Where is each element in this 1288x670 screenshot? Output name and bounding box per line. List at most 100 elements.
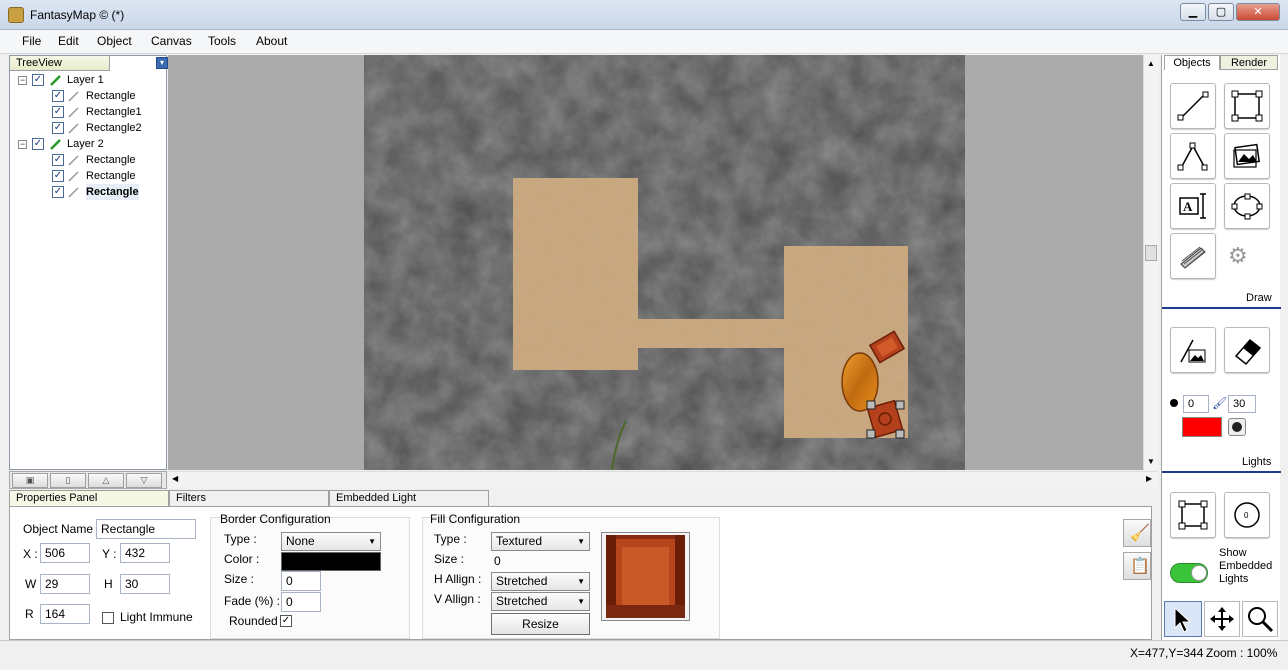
tab-objects[interactable]: Objects <box>1164 55 1220 70</box>
map-canvas[interactable] <box>364 55 965 470</box>
item-checkbox[interactable]: ✓ <box>52 90 64 102</box>
border-size-input[interactable]: 0 <box>281 571 321 591</box>
tree-item[interactable]: ✓ Rectangle <box>10 88 160 104</box>
light-circle-button[interactable]: 0 <box>1224 492 1270 538</box>
menu-tools[interactable]: Tools <box>204 34 240 48</box>
tab-embedded-light[interactable]: Embedded Light <box>329 490 489 506</box>
zoom-tool-button[interactable] <box>1242 601 1278 637</box>
paste-button[interactable]: 📋 <box>1123 552 1151 580</box>
light-brush-button[interactable] <box>1170 327 1216 373</box>
close-button[interactable]: ✕ <box>1236 3 1280 21</box>
rectangle-tool-button[interactable] <box>1224 83 1270 129</box>
menu-about[interactable]: About <box>252 34 291 48</box>
properties-panel: Object Name Rectangle X : 506 Y : 432 W … <box>9 506 1152 640</box>
tab-render[interactable]: Render <box>1220 55 1278 70</box>
rounded-checkbox[interactable]: ✓ <box>280 615 292 627</box>
menu-canvas[interactable]: Canvas <box>147 34 196 48</box>
tree-item[interactable]: ✓ Rectangle2 <box>10 120 160 136</box>
select-tool-button[interactable] <box>1164 601 1202 637</box>
item-checkbox[interactable]: ✓ <box>52 170 64 182</box>
eraser-button[interactable] <box>1224 327 1270 373</box>
chair-texture-image <box>602 533 689 620</box>
image-tool-button[interactable] <box>1224 133 1270 179</box>
y-input[interactable]: 432 <box>120 543 170 563</box>
border-config-title: Border Configuration <box>220 512 331 526</box>
ellipse-tool-button[interactable] <box>1224 183 1270 229</box>
map-drawing[interactable] <box>364 55 965 470</box>
border-color-swatch[interactable] <box>281 552 381 571</box>
tree-item[interactable]: ✓ Rectangle <box>10 168 160 184</box>
fill-size-value[interactable]: 0 <box>494 554 501 568</box>
fill-type-select[interactable]: Textured <box>491 532 590 551</box>
brush-size-input[interactable]: 0 <box>1183 395 1209 413</box>
tree-item-selected[interactable]: ✓ Rectangle <box>10 184 160 200</box>
menu-object[interactable]: Object <box>93 34 136 48</box>
tab-properties-panel[interactable]: Properties Panel <box>9 490 169 506</box>
item-checkbox[interactable]: ✓ <box>52 186 64 198</box>
light-immune-checkbox[interactable] <box>102 612 114 624</box>
light-shape-button[interactable] <box>1228 418 1246 436</box>
pan-tool-button[interactable] <box>1204 601 1240 637</box>
horizontal-scrollbar[interactable]: ◀ ▶ <box>168 471 1158 488</box>
brush-picture-icon <box>1180 339 1206 363</box>
delete-layer-button[interactable]: ▯ <box>50 473 86 488</box>
h-input[interactable]: 30 <box>120 574 170 594</box>
scroll-up-icon[interactable]: ▲ <box>1147 59 1155 68</box>
circle-icon: 0 <box>1234 502 1260 528</box>
bottom-tabs: Properties Panel Filters Embedded Light <box>9 490 1152 506</box>
r-input[interactable]: 164 <box>40 604 90 624</box>
tree-item[interactable]: ✓ Rectangle <box>10 152 160 168</box>
object-name-input[interactable]: Rectangle <box>96 519 196 539</box>
light-color-swatch[interactable] <box>1182 417 1222 437</box>
texture-preview[interactable] <box>601 532 690 621</box>
item-checkbox[interactable]: ✓ <box>52 154 64 166</box>
item-checkbox[interactable]: ✓ <box>52 106 64 118</box>
move-up-button[interactable]: △ <box>88 473 124 488</box>
h-align-select[interactable]: Stretched <box>491 572 590 591</box>
scroll-down-icon[interactable]: ▼ <box>1147 457 1155 466</box>
rectangle-icon <box>1231 90 1263 122</box>
polygon-tool-button[interactable] <box>1170 133 1216 179</box>
brush-width-input[interactable]: 30 <box>1228 395 1256 413</box>
w-input[interactable]: 29 <box>40 574 90 594</box>
tree-layer-2[interactable]: − ✓ Layer 2 <box>10 136 160 152</box>
line-tool-button[interactable] <box>1170 83 1216 129</box>
panel-menu-icon[interactable]: ▾ <box>156 57 168 69</box>
collapse-icon[interactable]: − <box>18 76 27 85</box>
collapse-icon[interactable]: − <box>18 140 27 149</box>
item-checkbox[interactable]: ✓ <box>52 122 64 134</box>
resize-button[interactable]: Resize <box>491 613 590 635</box>
move-down-button[interactable]: ▽ <box>126 473 162 488</box>
maximize-button[interactable]: ▢ <box>1208 3 1234 21</box>
light-rect-button[interactable] <box>1170 492 1216 538</box>
fill-config-title: Fill Configuration <box>430 512 521 526</box>
pencil-icon <box>68 155 79 166</box>
menu-edit[interactable]: Edit <box>54 34 83 48</box>
layer-checkbox[interactable]: ✓ <box>32 74 44 86</box>
v-align-select[interactable]: Stretched <box>491 592 590 611</box>
border-type-select[interactable]: None <box>281 532 381 551</box>
x-label: X : <box>23 547 38 561</box>
scroll-thumb[interactable] <box>1145 245 1157 261</box>
border-fade-input[interactable]: 0 <box>281 592 321 612</box>
tab-filters[interactable]: Filters <box>169 490 329 506</box>
show-lights-toggle[interactable] <box>1170 563 1208 583</box>
scroll-left-icon[interactable]: ◀ <box>172 474 178 483</box>
text-tool-button[interactable]: A <box>1170 183 1216 229</box>
item-name: Rectangle <box>86 154 136 166</box>
tools-panel: Objects Render A ⚙ Draw 0 🖌 30 Lights 0 <box>1161 55 1281 640</box>
add-layer-button[interactable]: ▣ <box>12 473 48 488</box>
section-divider <box>1162 307 1281 309</box>
scroll-right-icon[interactable]: ▶ <box>1146 474 1152 483</box>
x-input[interactable]: 506 <box>40 543 90 563</box>
texture-tool-button[interactable] <box>1170 233 1216 279</box>
gear-icon[interactable]: ⚙ <box>1228 243 1248 269</box>
tree-layer-1[interactable]: − ✓ Layer 1 <box>10 72 160 88</box>
item-name: Rectangle1 <box>86 106 142 118</box>
minimize-button[interactable]: ▁ <box>1180 3 1206 21</box>
layer-checkbox[interactable]: ✓ <box>32 138 44 150</box>
vertical-scrollbar[interactable]: ▲ ▼ <box>1143 55 1158 470</box>
clear-button[interactable]: 🧹 <box>1123 519 1151 547</box>
tree-item[interactable]: ✓ Rectangle1 <box>10 104 160 120</box>
menu-file[interactable]: File <box>18 34 45 48</box>
